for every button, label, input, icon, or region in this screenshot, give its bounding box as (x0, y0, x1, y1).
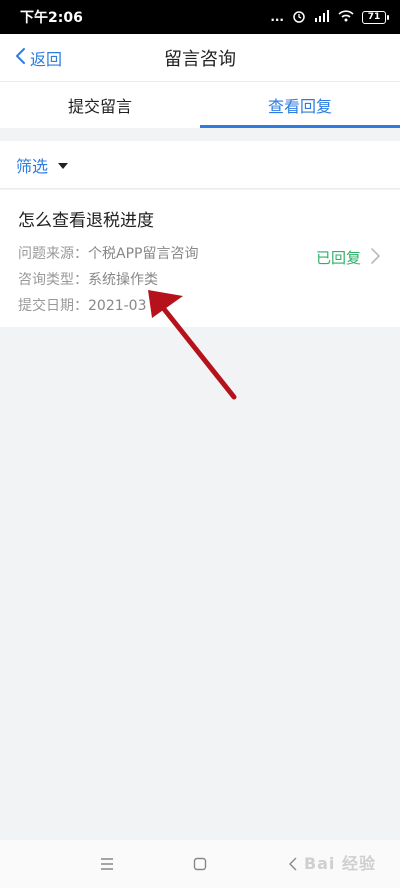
status-badge: 已回复 (316, 247, 380, 268)
date-value: 2021-03 (88, 298, 147, 314)
menu-icon[interactable] (87, 844, 127, 884)
status-icons: ... 71 (270, 9, 389, 26)
source-label: 问题来源： (18, 246, 88, 262)
filter-button[interactable]: 筛选 (0, 141, 400, 189)
watermark: Bai 经验 (303, 854, 376, 873)
alarm-icon (292, 9, 306, 26)
tab-submit-message[interactable]: 提交留言 (0, 82, 200, 128)
annotation-arrow-icon (148, 290, 237, 400)
battery-icon: 71 (362, 10, 389, 24)
status-time: 下午2:06 (20, 10, 83, 26)
date-label: 提交日期： (18, 298, 88, 314)
home-icon[interactable] (180, 844, 220, 884)
message-date: 提交日期：2021-03 (18, 293, 384, 319)
back-button[interactable]: 返回 (14, 34, 62, 82)
filter-label: 筛选 (16, 156, 49, 176)
tab-view-replies[interactable]: 查看回复 (200, 82, 400, 128)
status-label: 已回复 (315, 249, 361, 267)
signal-icon (314, 9, 330, 25)
chevron-left-icon (14, 47, 26, 69)
caret-down-icon (58, 162, 69, 169)
chevron-right-icon (371, 247, 380, 268)
page-title: 留言咨询 (164, 48, 236, 70)
message-title: 怎么查看退税进度 (18, 211, 154, 231)
back-label: 返回 (30, 50, 63, 69)
status-dots: ... (270, 10, 284, 24)
type-value: 系统操作类 (88, 272, 158, 288)
tab-bar: 提交留言 查看回复 (0, 82, 400, 128)
message-type: 咨询类型：系统操作类 (18, 267, 384, 293)
nav-bar: 返回 留言咨询 (0, 34, 400, 82)
wifi-icon (338, 9, 354, 25)
message-card[interactable]: 怎么查看退税进度 问题来源：个税APP留言咨询 咨询类型：系统操作类 提交日期：… (0, 190, 400, 327)
type-label: 咨询类型： (18, 272, 88, 288)
source-value: 个税APP留言咨询 (88, 246, 199, 262)
status-bar: 下午2:06 ... 71 (0, 0, 400, 34)
